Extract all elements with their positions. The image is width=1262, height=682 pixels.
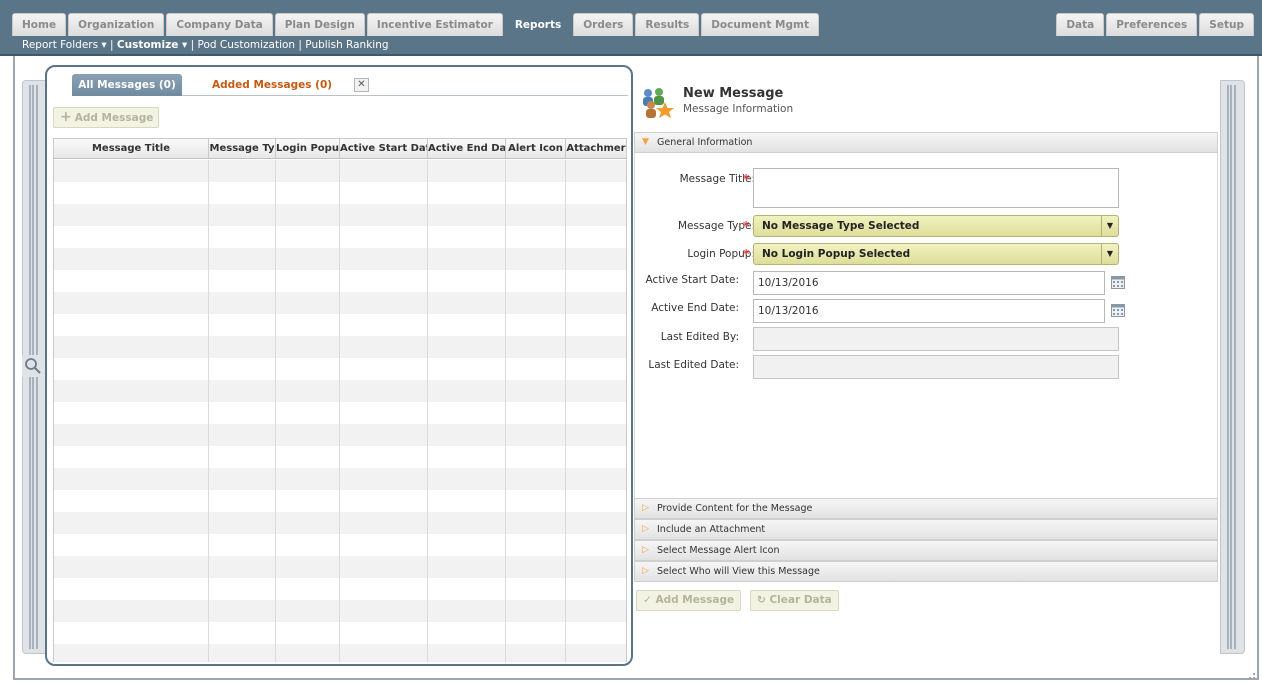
tab-orders[interactable]: Orders bbox=[573, 13, 634, 36]
tab-all-messages[interactable]: All Messages (0) bbox=[72, 74, 182, 96]
plus-icon: + bbox=[60, 109, 72, 125]
messages-tabs: All Messages (0) Added Messages (0) ✕ bbox=[72, 74, 628, 96]
active-end-date-label: Active End Date: bbox=[651, 302, 739, 314]
add-message-button[interactable]: + Add Message bbox=[53, 107, 159, 128]
collapsed-triangle-icon: ▷ bbox=[642, 503, 649, 513]
section-general-information[interactable]: ▼ General Information bbox=[634, 132, 1218, 153]
subnav-publish-ranking[interactable]: Publish Ranking bbox=[305, 39, 388, 51]
dropdown-arrow-icon: ▼ bbox=[1101, 244, 1118, 264]
close-icon[interactable]: ✕ bbox=[354, 78, 369, 92]
tab-plan-design[interactable]: Plan Design bbox=[274, 13, 365, 36]
subnav-customize[interactable]: Customize ▾ bbox=[117, 39, 187, 51]
collapsed-triangle-icon: ▷ bbox=[642, 566, 649, 576]
add-message-label: Add Message bbox=[74, 112, 154, 124]
column-divider bbox=[208, 160, 209, 662]
message-type-select[interactable]: No Message Type Selected ▼ bbox=[753, 215, 1119, 237]
grid-header: Message Title Message Ty Login Popu Acti… bbox=[54, 139, 626, 159]
message-title-label: Message Title: bbox=[679, 173, 755, 185]
subnav-separator: | bbox=[295, 39, 306, 51]
tab-document-mgmt[interactable]: Document Mgmt bbox=[701, 13, 819, 36]
section-label: Select Message Alert Icon bbox=[657, 545, 780, 556]
tab-home[interactable]: Home bbox=[12, 13, 67, 36]
refresh-icon: ↻ bbox=[757, 594, 766, 606]
message-type-label: Message Type: bbox=[677, 220, 755, 232]
utility-tabs: Data Preferences Setup bbox=[1056, 13, 1254, 36]
subnav-report-folders[interactable]: Report Folders ▾ bbox=[22, 39, 107, 51]
section-label: Provide Content for the Message bbox=[657, 503, 813, 514]
section-label: Select Who will View this Message bbox=[657, 566, 820, 577]
section-provide-content[interactable]: ▷ Provide Content for the Message bbox=[634, 498, 1218, 519]
last-edited-by-label: Last Edited By: bbox=[660, 331, 739, 343]
column-divider bbox=[505, 160, 506, 662]
column-message-title[interactable]: Message Title bbox=[54, 139, 209, 159]
tab-company-data[interactable]: Company Data bbox=[166, 13, 273, 36]
general-information-body: Message Title: * Message Type: * No Mess… bbox=[634, 153, 1218, 498]
top-navigation-bar: Home Organization Company Data Plan Desi… bbox=[0, 0, 1262, 56]
messages-panel: All Messages (0) Added Messages (0) ✕ + A… bbox=[45, 65, 633, 666]
people-star-icon bbox=[640, 85, 674, 119]
resize-grip-icon[interactable] bbox=[1248, 668, 1260, 680]
column-active-end-date[interactable]: Active End Date bbox=[428, 139, 506, 159]
section-select-viewers[interactable]: ▷ Select Who will View this Message bbox=[634, 561, 1218, 582]
section-include-attachment[interactable]: ▷ Include an Attachment bbox=[634, 519, 1218, 540]
column-active-start-date[interactable]: Active Start Date bbox=[340, 139, 428, 159]
subnav-pod-customization[interactable]: Pod Customization bbox=[197, 39, 295, 51]
section-select-alert-icon[interactable]: ▷ Select Message Alert Icon bbox=[634, 540, 1218, 561]
tab-added-messages[interactable]: Added Messages (0) bbox=[212, 74, 332, 96]
tab-preferences[interactable]: Preferences bbox=[1106, 13, 1198, 36]
active-start-date-label: Active Start Date: bbox=[645, 274, 739, 286]
tab-results[interactable]: Results bbox=[635, 13, 700, 36]
form-title: New Message bbox=[683, 86, 784, 101]
last-edited-by-field bbox=[753, 327, 1119, 351]
collapsed-triangle-icon: ▷ bbox=[642, 545, 649, 555]
column-attachment[interactable]: Attachmer bbox=[566, 139, 626, 159]
column-divider bbox=[339, 160, 340, 662]
tab-incentive-estimator[interactable]: Incentive Estimator bbox=[366, 13, 503, 36]
expanded-triangle-icon: ▼ bbox=[642, 137, 649, 147]
column-divider bbox=[275, 160, 276, 662]
column-login-popup[interactable]: Login Popu bbox=[276, 139, 340, 159]
required-mark: * bbox=[743, 247, 750, 261]
calendar-icon[interactable] bbox=[1111, 304, 1125, 317]
tab-organization[interactable]: Organization bbox=[68, 13, 165, 36]
tab-reports[interactable]: Reports bbox=[504, 13, 572, 36]
dropdown-arrow-icon: ▼ bbox=[1101, 216, 1118, 236]
search-icon[interactable] bbox=[22, 355, 44, 377]
column-message-type[interactable]: Message Ty bbox=[209, 139, 276, 159]
grid-body bbox=[54, 160, 626, 662]
active-start-date-input[interactable]: 10/13/2016 bbox=[753, 271, 1105, 295]
checkmark-icon: ✓ bbox=[643, 594, 652, 606]
last-edited-date-field bbox=[753, 355, 1119, 379]
tab-setup[interactable]: Setup bbox=[1199, 13, 1254, 36]
section-label: General Information bbox=[657, 137, 753, 148]
tab-data[interactable]: Data bbox=[1056, 13, 1105, 36]
column-divider bbox=[427, 160, 428, 662]
messages-grid: Message Title Message Ty Login Popu Acti… bbox=[53, 138, 627, 662]
rail-grip-line bbox=[1230, 85, 1232, 649]
column-alert-icon[interactable]: Alert Icon bbox=[506, 139, 566, 159]
required-mark: * bbox=[743, 172, 750, 186]
column-divider bbox=[565, 160, 566, 662]
clear-data-button[interactable]: ↻ Clear Data bbox=[750, 590, 839, 611]
message-title-input[interactable] bbox=[753, 168, 1119, 208]
subnav-separator: | bbox=[106, 39, 117, 51]
login-popup-label: Login Popup: bbox=[687, 248, 755, 260]
login-popup-value: No Login Popup Selected bbox=[762, 248, 911, 260]
submit-add-message-label: Add Message bbox=[655, 594, 735, 606]
section-label: Include an Attachment bbox=[657, 524, 766, 535]
last-edited-date-label: Last Edited Date: bbox=[648, 359, 739, 371]
main-tabs: Home Organization Company Data Plan Desi… bbox=[12, 13, 819, 36]
calendar-icon[interactable] bbox=[1111, 276, 1125, 289]
message-type-value: No Message Type Selected bbox=[762, 220, 920, 232]
form-subtitle: Message Information bbox=[683, 103, 794, 115]
active-end-date-input[interactable]: 10/13/2016 bbox=[753, 299, 1105, 323]
login-popup-select[interactable]: No Login Popup Selected ▼ bbox=[753, 243, 1119, 265]
subnav-separator: | bbox=[187, 39, 198, 51]
sub-navigation: Report Folders ▾ | Customize ▾ | Pod Cus… bbox=[22, 39, 389, 51]
required-mark: * bbox=[743, 219, 750, 233]
right-collapse-rail[interactable] bbox=[1220, 80, 1245, 654]
clear-data-label: Clear Data bbox=[769, 594, 832, 606]
collapsed-triangle-icon: ▷ bbox=[642, 524, 649, 534]
submit-add-message-button[interactable]: ✓ Add Message bbox=[636, 590, 742, 611]
